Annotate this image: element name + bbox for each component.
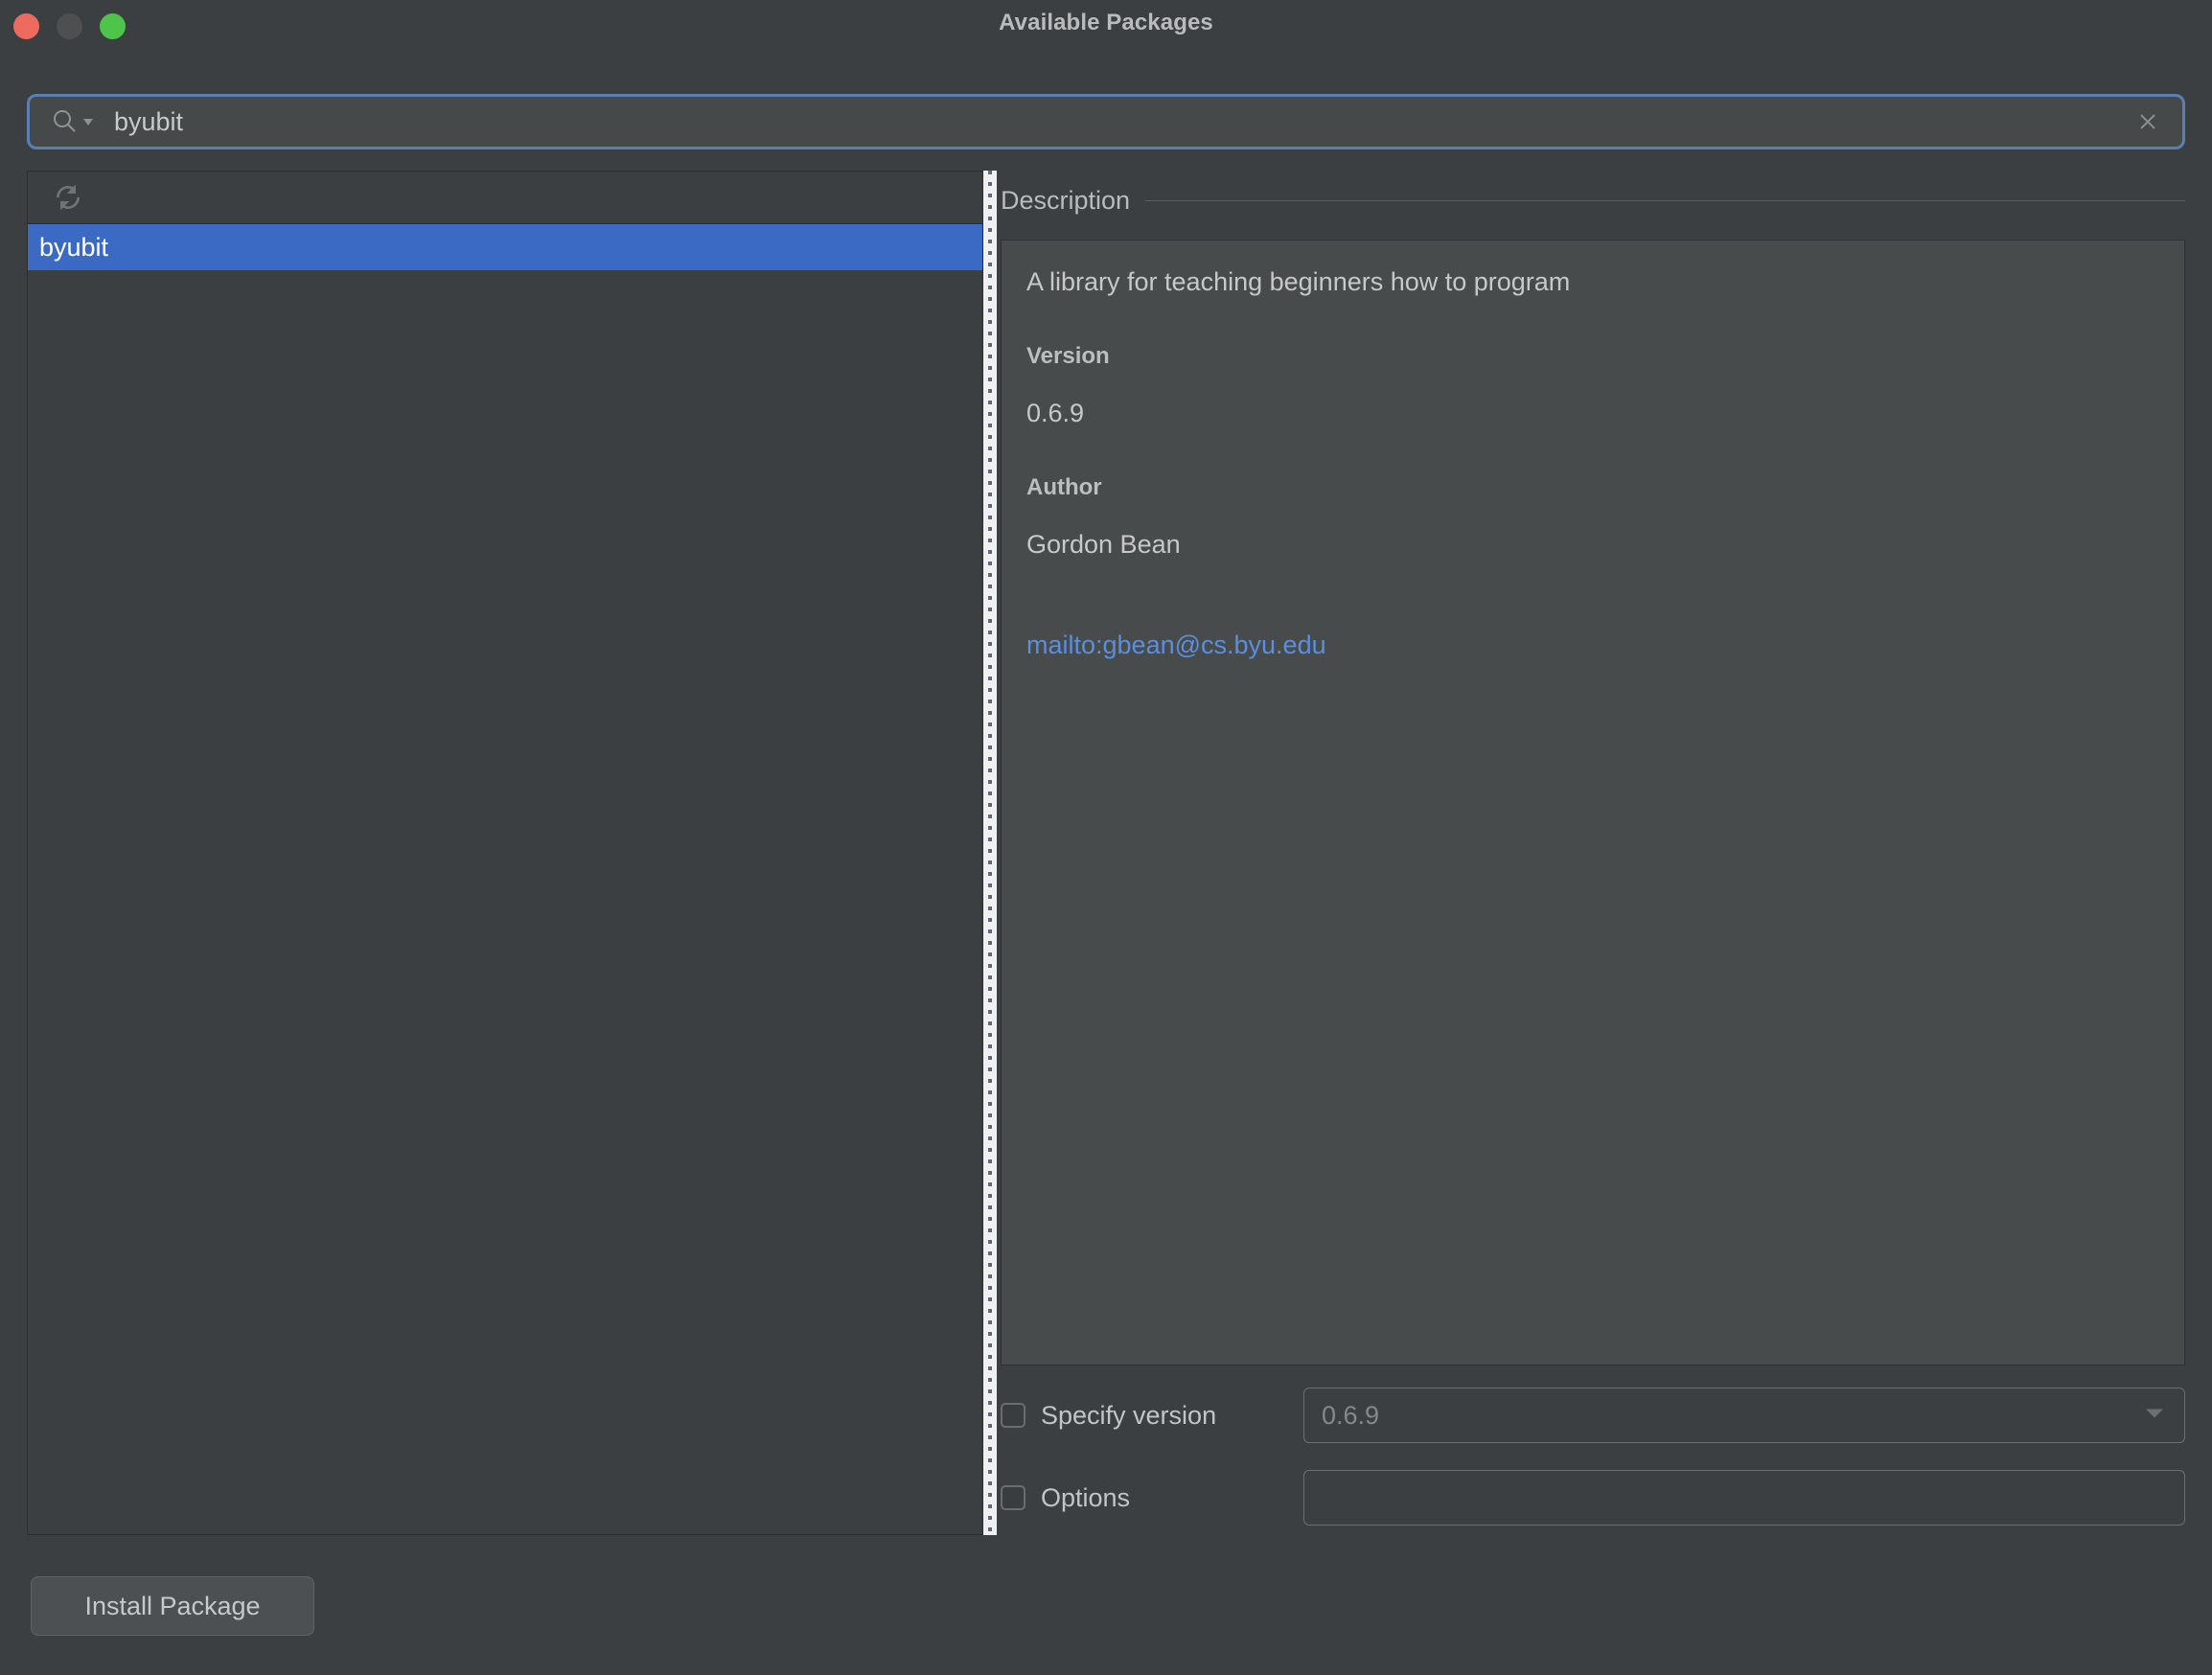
options-input[interactable] xyxy=(1303,1470,2185,1526)
chevron-down-icon[interactable] xyxy=(81,115,95,128)
description-label: Description xyxy=(1001,185,1131,215)
options-row: Options xyxy=(1001,1470,2185,1526)
list-toolbar xyxy=(28,172,982,224)
specify-version-checkbox[interactable] xyxy=(1001,1403,1025,1428)
author-value: Gordon Bean xyxy=(1026,530,1181,559)
version-select-value: 0.6.9 xyxy=(1322,1400,1380,1430)
refresh-icon[interactable] xyxy=(49,178,87,217)
version-select[interactable]: 0.6.9 xyxy=(1303,1388,2185,1443)
description-panel: Description A library for teaching begin… xyxy=(1001,171,2185,1535)
available-packages-window: Available Packages byubit byubit Descrip… xyxy=(0,0,2212,1675)
package-list[interactable]: byubit xyxy=(28,224,982,270)
description-body: A library for teaching beginners how to … xyxy=(1001,240,2185,1365)
chevron-down-icon[interactable] xyxy=(2144,1407,2165,1425)
splitter-grip-icon xyxy=(983,171,997,1535)
install-package-button[interactable]: Install Package xyxy=(31,1576,314,1636)
description-header: Description xyxy=(1001,171,2185,230)
panel-splitter[interactable] xyxy=(983,171,997,1535)
header-divider xyxy=(1145,199,2185,201)
title-bar: Available Packages xyxy=(0,0,2212,82)
options-label: Options xyxy=(1041,1482,1131,1512)
author-email-link[interactable]: mailto:gbean@cs.byu.edu xyxy=(1026,631,1326,659)
version-value: 0.6.9 xyxy=(1026,399,1085,427)
author-label: Author xyxy=(1026,474,1102,500)
specify-version-label: Specify version xyxy=(1041,1400,1217,1430)
package-name: byubit xyxy=(39,232,109,262)
search-input[interactable] xyxy=(114,106,2131,137)
specify-version-row: Specify version 0.6.9 xyxy=(1001,1388,2185,1443)
window-title: Available Packages xyxy=(999,10,1213,35)
package-summary: A library for teaching beginners how to … xyxy=(1026,267,1571,296)
clear-search-icon[interactable] xyxy=(2131,104,2165,139)
version-label: Version xyxy=(1026,343,1110,369)
package-list-panel: byubit xyxy=(27,171,983,1535)
list-item-byubit[interactable]: byubit xyxy=(28,224,982,270)
search-field[interactable] xyxy=(27,94,2185,149)
options-checkbox[interactable] xyxy=(1001,1485,1025,1510)
install-options: Specify version 0.6.9 Options xyxy=(1001,1388,2185,1529)
search-icon[interactable] xyxy=(51,107,95,136)
